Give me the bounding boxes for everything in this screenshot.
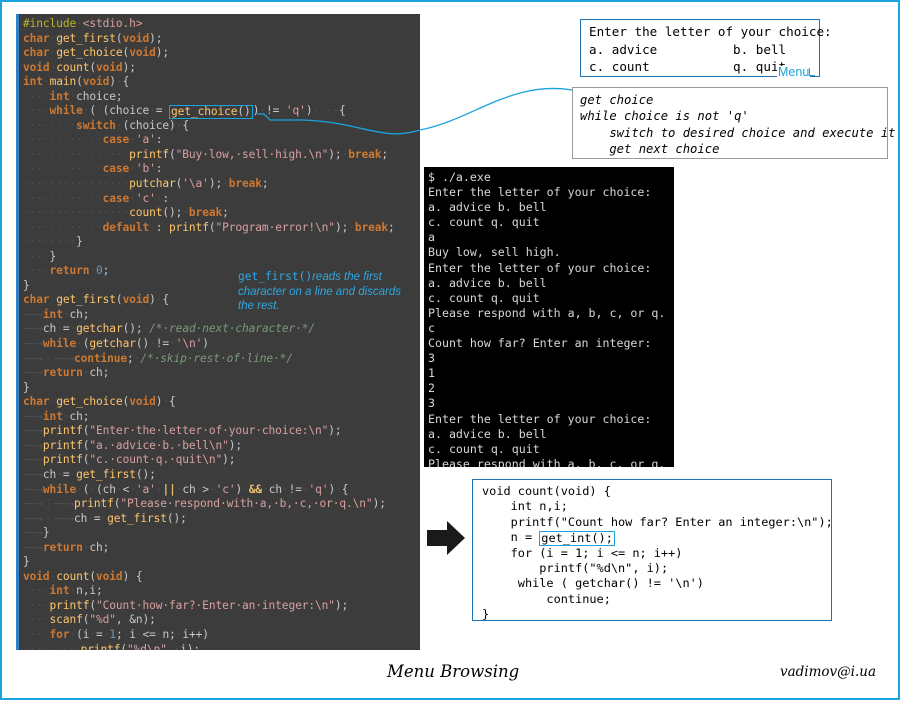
code-line: ——→while·(·(ch·<·'a'·||·ch·>·'c')·&&·ch·… (23, 482, 349, 496)
code-line: ················count();·break; (23, 206, 229, 220)
code-line: void·count(void)·{ (23, 569, 143, 583)
code-line: ——→return·ch; (23, 540, 110, 554)
code-line: char·get_choice(void)·{ (23, 395, 176, 409)
code-line: ····while·(·(choice·=· get_choice())·!=·'… (23, 104, 346, 120)
code-line: ············case·'c'·: (23, 191, 170, 205)
code-line: ················printf("Buy·low,·sell·hi… (23, 147, 389, 161)
terminal-line: a. advice b. bell (428, 200, 547, 215)
code-line: ——→ch·=·get_first(); (23, 467, 156, 481)
code-line: ——→⋮——→printf("Please·respond·with·a,·b,… (23, 497, 386, 511)
terminal-line: c. count q. quit (428, 441, 540, 456)
terminal-line: Buy low, sell high. (428, 245, 561, 260)
code-line: char·get_choice(void); (23, 46, 170, 60)
code-line: ········switch·(choice)·{ (23, 118, 189, 132)
count-code-line: int n,i; (482, 499, 568, 514)
code-line: ····int·n,i; (23, 584, 103, 598)
terminal-line: Please respond with a, b, c, or q. (428, 456, 666, 467)
count-code-line: } (482, 607, 490, 622)
terminal-line: $ ./a.exe (428, 170, 491, 184)
code-editor-panel[interactable]: #include·<stdio.h> char·get_first(void);… (16, 14, 420, 650)
code-line: ········} (23, 235, 83, 249)
terminal-line: a. advice b. bell (428, 275, 547, 290)
terminal-line: 3 (428, 351, 435, 366)
terminal-line: c (428, 320, 435, 335)
code-line: ——→int·ch; (23, 409, 90, 423)
terminal-line: a (428, 230, 435, 245)
code-line: ——→printf("c.·count·q.·quit\n"); (23, 453, 236, 467)
terminal-line: c. count q. quit (428, 215, 540, 230)
highlighted-get-int-token[interactable]: get_int(); (539, 531, 615, 546)
terminal-line: Enter the letter of your choice: (428, 260, 652, 275)
annotation-get-first: get_first()reads the first character on … (238, 270, 420, 314)
menu-line: Enter the letter of your choice: (589, 24, 832, 39)
code-line: ——→printf("Enter·the·letter·of·your·choi… (23, 424, 342, 438)
count-code-line: void count(void) { (482, 484, 611, 498)
terminal-line: 3 (428, 396, 435, 411)
terminal-line: 2 (428, 381, 435, 396)
count-code-line: printf("%d\n", i); (482, 561, 669, 576)
code-line: ——→ch·=·getchar();·/*·read·next·characte… (23, 322, 316, 336)
terminal-line: 1 (428, 366, 435, 381)
code-line: ——→return·ch; (23, 366, 110, 380)
code-line: char·get_first(void); (23, 31, 163, 45)
code-line: } (23, 380, 30, 394)
count-code-line-highlighted: n = get_int(); (482, 530, 615, 546)
terminal-line: Enter the letter of your choice: (428, 185, 652, 200)
code-line: ············case·'a': (23, 133, 163, 147)
pseudocode-line: get choice (580, 93, 654, 107)
code-line: void·count(void); (23, 60, 136, 74)
highlighted-get-choice-token[interactable]: get_choice() (169, 105, 253, 120)
code-line: ····scanf("%d",·&n); (23, 613, 156, 627)
terminal-line: Enter the letter of your choice: (428, 411, 652, 426)
code-line: #include·<stdio.h> (23, 17, 143, 30)
menu-box-label: Menu (777, 65, 816, 79)
terminal-output[interactable]: $ ./a.exe Enter the letter of your choic… (424, 167, 674, 467)
right-arrow-icon (427, 521, 465, 555)
pseudocode-line: while choice is not 'q' (580, 109, 749, 124)
count-code-line: printf("Count how far? Enter an integer:… (482, 514, 833, 529)
count-code-line: continue; (482, 591, 611, 606)
code-line: ····⋮···printf("%d\n",·i); (23, 642, 201, 650)
menu-label-tick-icon (809, 68, 816, 76)
code-line: ——→} (23, 526, 50, 540)
pseudocode-line: switch to desired choice and execute it (580, 125, 896, 140)
page-title: Menu Browsing (387, 662, 520, 681)
pseudocode-line: get next choice (580, 142, 720, 157)
annotation-line-1: reads the first (312, 271, 382, 283)
terminal-line: c. count q. quit (428, 290, 540, 305)
code-line: ················putchar('\a');·break; (23, 177, 269, 191)
code-line: ····} (23, 249, 57, 263)
code-line: ············case·'b': (23, 162, 163, 176)
code-line: ——→⋮——→continue;·/*·skip·rest·of·line·*/ (23, 351, 293, 365)
terminal-line: Please respond with a, b, c, or q. (428, 305, 666, 320)
code-line: ——→while·(getchar()·!=·'\n') (23, 337, 209, 351)
count-code-line: while ( getchar() != '\n') (482, 576, 704, 591)
code-line: ····int·choice; (23, 89, 123, 103)
menu-line: a. advice b. bell (589, 41, 787, 57)
code-line: ——→⋮——→ch·=·get_first(); (23, 511, 187, 525)
code-line: ············default·:·printf("Program·er… (23, 220, 395, 234)
terminal-line: Count how far? Enter an integer: (428, 336, 652, 351)
code-line: ····printf("Count·how·far?·Enter·an·inte… (23, 598, 349, 612)
count-function-box: void count(void) { int n,i; printf("Coun… (472, 479, 833, 622)
code-line: int·main(void)·{ (23, 75, 130, 89)
slide-canvas: #include·<stdio.h> char·get_first(void);… (0, 0, 900, 700)
code-editor-lines: #include·<stdio.h> char·get_first(void);… (19, 14, 420, 650)
code-line: } (23, 555, 30, 569)
code-line: ····for·(i·=·1;·i·<=·n;·i++) (23, 627, 209, 641)
author-email: vadimov@i.ua (779, 664, 876, 680)
code-line: ——→printf("a.·advice·b.·bell\n"); (23, 438, 243, 452)
annotation-line-2: character on a line and discards (238, 285, 402, 298)
menu-label-text: Menu (778, 65, 810, 79)
count-code-line: for (i = 1; i <= n; i++) (482, 545, 683, 560)
pseudocode-box: get choice while choice is not 'q' switc… (572, 87, 896, 159)
annotation-code-token: get_first() (238, 270, 313, 283)
terminal-line: a. advice b. bell (428, 426, 547, 441)
annotation-line-3: the rest. (238, 300, 280, 313)
